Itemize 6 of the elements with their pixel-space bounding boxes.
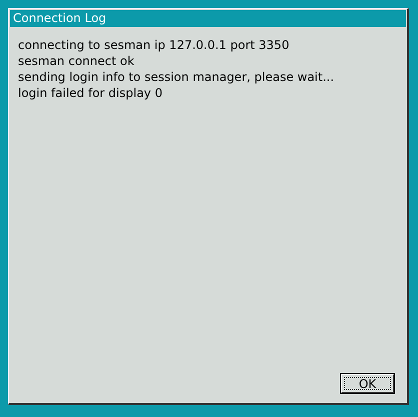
- ok-button[interactable]: OK: [341, 374, 394, 393]
- log-line: connecting to sesman ip 127.0.0.1 port 3350: [18, 37, 290, 53]
- window-title: Connection Log: [10, 10, 406, 27]
- log-line: sending login info to session manager, please wait...: [18, 69, 336, 85]
- log-line: login failed for display 0: [18, 85, 164, 101]
- log-line: sesman connect ok: [18, 53, 136, 69]
